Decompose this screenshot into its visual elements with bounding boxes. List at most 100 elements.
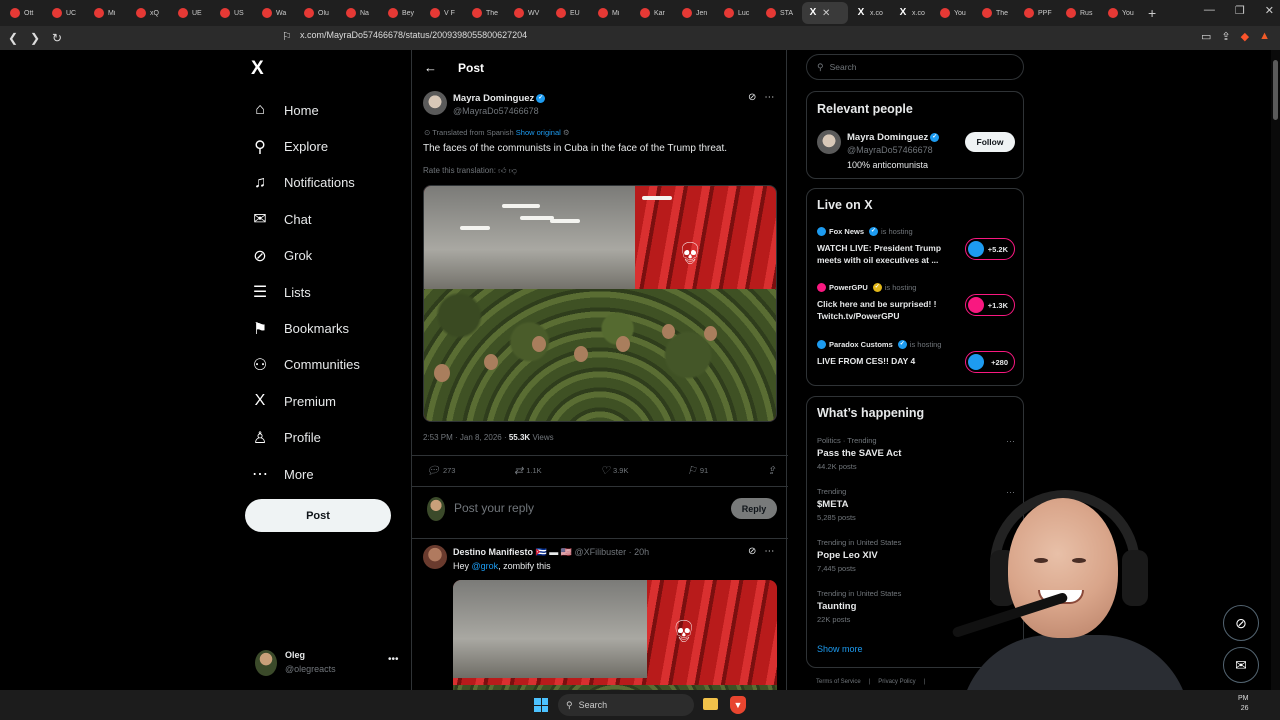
mention-link[interactable]: @grok: [472, 561, 499, 571]
browser-tab-active[interactable]: X ✕: [802, 2, 848, 24]
browser-tab[interactable]: The: [466, 2, 506, 24]
trend-more-icon[interactable]: ⋯: [1006, 436, 1015, 447]
host-name[interactable]: PowerGPU: [829, 283, 868, 292]
nav-item-chat[interactable]: ✉ Chat: [250, 201, 360, 237]
nav-item-grok[interactable]: ⊘ Grok: [250, 238, 360, 274]
maximize-icon[interactable]: ❐: [1235, 4, 1245, 17]
nav-item-communities[interactable]: ⚇ Communities: [250, 347, 360, 383]
live-item[interactable]: PowerGPU ✓ is hosting Click here and be sur…: [817, 283, 1017, 322]
browser-tab[interactable]: Wa: [256, 2, 296, 24]
follow-button[interactable]: Follow: [965, 132, 1015, 152]
page-scrollbar[interactable]: [1271, 50, 1280, 690]
brave-browser-icon[interactable]: ▼: [730, 696, 746, 714]
reply-author-name[interactable]: Destino Manifiesto: [453, 547, 533, 557]
person-name-text[interactable]: Mayra Dominguez: [847, 132, 928, 143]
author-name-text[interactable]: Mayra Dominguez: [453, 93, 534, 104]
avatar[interactable]: [817, 130, 841, 154]
author-handle[interactable]: @MayraDo57466678: [453, 106, 539, 116]
cast-icon[interactable]: ▭: [1201, 30, 1211, 43]
back-icon[interactable]: ❮: [4, 29, 22, 47]
browser-tab[interactable]: Xx.co: [892, 2, 932, 24]
brave-shield-icon[interactable]: ◆: [1241, 30, 1249, 43]
listener-count[interactable]: +1.3K: [965, 294, 1015, 316]
browser-tab[interactable]: Bey: [382, 2, 422, 24]
settings-small-icon[interactable]: ⚙: [563, 128, 570, 137]
browser-tab[interactable]: Rus: [1060, 2, 1100, 24]
minimize-icon[interactable]: —: [1204, 4, 1215, 17]
listener-count[interactable]: +280: [965, 351, 1015, 373]
browser-tab[interactable]: WV: [508, 2, 548, 24]
reply-more-icon[interactable]: ⋯: [764, 546, 774, 557]
reply-author-avatar[interactable]: [423, 545, 447, 569]
share-action[interactable]: ⇪: [767, 464, 776, 477]
author-name[interactable]: Mayra Dominguez ✓: [453, 93, 546, 104]
browser-tab[interactable]: STA: [760, 2, 800, 24]
reply-button[interactable]: Reply: [731, 498, 777, 519]
live-title[interactable]: LIVE FROM CES!! DAY 4: [817, 355, 955, 367]
browser-tab[interactable]: You: [934, 2, 974, 24]
person-handle[interactable]: @MayraDo57466678: [847, 145, 933, 155]
browser-tab[interactable]: Ott: [4, 2, 44, 24]
browser-tab[interactable]: You: [1102, 2, 1142, 24]
post-more-icon[interactable]: ⋯: [764, 92, 774, 103]
browser-tab[interactable]: US: [214, 2, 254, 24]
x-logo[interactable]: X: [251, 58, 264, 80]
account-switcher[interactable]: Oleg @olegreacts •••: [255, 650, 405, 680]
nav-item-explore[interactable]: ⚲ Explore: [250, 128, 360, 164]
reload-icon[interactable]: ↻: [48, 29, 66, 47]
search-box[interactable]: ⚲: [806, 54, 1024, 80]
more-options-icon[interactable]: •••: [388, 654, 399, 665]
browser-tab[interactable]: EU: [550, 2, 590, 24]
browser-tab[interactable]: Mi: [88, 2, 128, 24]
nav-item-premium[interactable]: X Premium: [250, 383, 360, 419]
new-tab-icon[interactable]: +: [1148, 5, 1156, 21]
reply-author[interactable]: Destino Manifiesto 🇨🇺︎ ▬ 🇺🇸︎ @XFilibuste…: [453, 547, 649, 558]
close-tab-icon[interactable]: ✕: [822, 8, 830, 19]
windows-start-icon[interactable]: [534, 698, 548, 712]
like-action[interactable]: ♡ 3.9K: [600, 464, 628, 477]
live-title[interactable]: WATCH LIVE: President Trump meets with o…: [817, 242, 955, 266]
browser-tab[interactable]: Kar: [634, 2, 674, 24]
host-name[interactable]: Paradox Customs: [829, 340, 893, 349]
close-window-icon[interactable]: ✕: [1265, 4, 1274, 17]
footer-link[interactable]: Privacy Policy: [878, 679, 915, 685]
grok-fab-icon[interactable]: ⊘: [1223, 605, 1259, 641]
thumbs-up-icon[interactable]: 👍︎: [498, 166, 506, 175]
nav-item-notifications[interactable]: ♫ Notifications: [250, 165, 360, 201]
messages-fab-icon[interactable]: ✉: [1223, 647, 1259, 683]
browser-tab[interactable]: Mi: [592, 2, 632, 24]
browser-tab[interactable]: The: [976, 2, 1016, 24]
browser-tab[interactable]: UE: [172, 2, 212, 24]
nav-item-more[interactable]: ⋯ More: [250, 456, 360, 492]
nav-item-lists[interactable]: ☰ Lists: [250, 274, 360, 310]
live-title[interactable]: Click here and be surprised! ! Twitch.tv…: [817, 298, 955, 322]
browser-tab[interactable]: Luc: [718, 2, 758, 24]
thumbs-down-icon[interactable]: 👎︎: [509, 166, 517, 175]
grok-icon[interactable]: ⊘: [748, 92, 756, 103]
nav-item-bookmarks[interactable]: ⚑ Bookmarks: [250, 310, 360, 346]
browser-tab[interactable]: V F: [424, 2, 464, 24]
person-name[interactable]: Mayra Dominguez ✓: [847, 132, 940, 143]
file-explorer-icon[interactable]: [703, 698, 718, 710]
reply-input[interactable]: Post your reply: [454, 501, 534, 515]
reply-action[interactable]: 💬︎ 273: [426, 464, 455, 477]
host-name[interactable]: Fox News: [829, 227, 864, 236]
browser-tab[interactable]: Xx.co: [850, 2, 890, 24]
footer-link[interactable]: Terms of Service: [816, 679, 861, 685]
browser-tab[interactable]: xQ: [130, 2, 170, 24]
browser-tab[interactable]: PPF: [1018, 2, 1058, 24]
bookmark-page-icon[interactable]: ⚐: [282, 30, 292, 43]
listener-count[interactable]: +5.2K: [965, 238, 1015, 260]
browser-tab[interactable]: Jen: [676, 2, 716, 24]
url-field[interactable]: x.com/MayraDo57466678/status/20093980558…: [300, 30, 527, 40]
browser-tab[interactable]: Olu: [298, 2, 338, 24]
show-original-link[interactable]: Show original: [516, 128, 561, 137]
browser-tab[interactable]: UC: [46, 2, 86, 24]
nav-item-profile[interactable]: ♙ Profile: [250, 420, 360, 456]
repost-action[interactable]: ⇄ 1.1K: [514, 464, 542, 477]
scrollbar-thumb[interactable]: [1273, 60, 1278, 120]
browser-tab[interactable]: Na: [340, 2, 380, 24]
post-time[interactable]: 2:53 PM · Jan 8, 2026 ·: [423, 433, 507, 442]
post-button[interactable]: Post: [245, 499, 391, 532]
post-image[interactable]: 💀︎: [423, 185, 777, 422]
